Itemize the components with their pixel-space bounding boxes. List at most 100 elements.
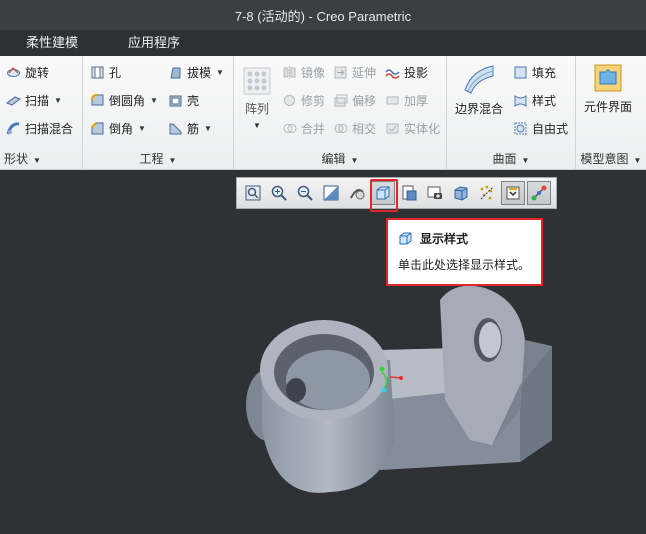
extend-icon bbox=[333, 65, 348, 80]
freestyle-icon bbox=[513, 121, 528, 136]
shell-icon bbox=[168, 93, 183, 108]
window-title-bar: 7-8 (活动的) - Creo Parametric bbox=[0, 0, 646, 30]
revolve-icon bbox=[6, 65, 21, 80]
view-manager-icon bbox=[427, 186, 442, 199]
chevron-down-icon[interactable]: ▼ bbox=[216, 68, 224, 77]
group-label-surfaces[interactable]: 曲面 ▼ bbox=[447, 150, 575, 167]
offset-icon bbox=[333, 93, 348, 108]
annotation-display-button[interactable] bbox=[501, 181, 525, 205]
tab-flexible-modeling[interactable]: 柔性建模 bbox=[0, 30, 103, 56]
draft-button[interactable]: 拔模 ▼ bbox=[168, 62, 224, 82]
group-model-intent: 元件界面 模型意图 ▼ bbox=[576, 56, 646, 170]
refit-icon bbox=[245, 185, 261, 201]
style-icon bbox=[513, 93, 528, 108]
thicken-button[interactable]: 加厚 bbox=[385, 90, 428, 110]
tab-applications[interactable]: 应用程序 bbox=[103, 30, 205, 56]
chevron-down-icon: ▼ bbox=[350, 156, 359, 165]
fill-icon bbox=[513, 65, 528, 80]
datum-display-button[interactable] bbox=[475, 181, 499, 205]
chevron-down-icon: ▼ bbox=[521, 156, 530, 165]
group-label-model-intent[interactable]: 模型意图 ▼ bbox=[576, 150, 646, 167]
component-interface-button[interactable]: 元件界面 bbox=[584, 62, 632, 115]
hole-button[interactable]: 孔 bbox=[90, 62, 121, 82]
chevron-down-icon[interactable]: ▼ bbox=[253, 121, 261, 130]
round-icon bbox=[90, 93, 105, 108]
trim-button[interactable]: 修剪 bbox=[282, 90, 325, 110]
repaint-button[interactable] bbox=[319, 181, 343, 205]
swept-blend-button[interactable]: 扫描混合 bbox=[6, 118, 73, 138]
spin-toggle-icon bbox=[531, 185, 547, 201]
merge-icon bbox=[282, 121, 297, 136]
spin-toggle-button[interactable] bbox=[527, 181, 551, 205]
intersect-button[interactable]: 相交 bbox=[333, 118, 376, 138]
shell-button[interactable]: 壳 bbox=[168, 90, 199, 110]
chevron-down-icon[interactable]: ▼ bbox=[204, 124, 212, 133]
graphics-viewport[interactable] bbox=[0, 170, 646, 534]
pattern-button[interactable]: 阵列 ▼ bbox=[242, 66, 272, 130]
saved-orientations-button[interactable] bbox=[397, 181, 421, 205]
solidify-icon bbox=[385, 121, 400, 136]
project-icon bbox=[385, 65, 400, 80]
tooltip-title: 显示样式 bbox=[398, 230, 531, 247]
thicken-icon bbox=[385, 93, 400, 108]
rib-button[interactable]: 筋 ▼ bbox=[168, 118, 212, 138]
zoom-in-button[interactable] bbox=[267, 181, 291, 205]
swept-blend-icon bbox=[6, 121, 21, 136]
sweep-button[interactable]: 扫描 ▼ bbox=[5, 90, 62, 110]
trim-icon bbox=[282, 93, 297, 108]
style-button[interactable]: 样式 bbox=[513, 90, 556, 110]
graphics-toolbar bbox=[236, 177, 557, 209]
merge-button[interactable]: 合并 bbox=[282, 118, 325, 138]
pattern-icon bbox=[242, 66, 272, 96]
fill-button[interactable]: 填充 bbox=[513, 62, 556, 82]
group-label-shape[interactable]: 形状 ▼ bbox=[0, 150, 82, 167]
display-style-button[interactable] bbox=[371, 181, 395, 205]
chevron-down-icon[interactable]: ▼ bbox=[150, 96, 158, 105]
display-style-icon bbox=[398, 231, 413, 246]
hole-icon bbox=[90, 65, 105, 80]
mirror-icon bbox=[282, 65, 297, 80]
group-shape: 旋转 扫描 ▼ 扫描混合 形状 ▼ bbox=[0, 56, 83, 170]
boundary-blend-icon bbox=[462, 62, 496, 96]
group-editing: 阵列 ▼ 镜像 延伸 投影 修剪 偏移 加厚 合并 相交 实体化 编辑 ▼ bbox=[234, 56, 447, 170]
intersect-icon bbox=[333, 121, 348, 136]
zoom-out-button[interactable] bbox=[293, 181, 317, 205]
ribbon: 旋转 扫描 ▼ 扫描混合 形状 ▼ 孔 拔模 ▼ 倒圆角 ▼ 壳 倒角 ▼ 筋 … bbox=[0, 56, 646, 170]
rib-icon bbox=[168, 121, 183, 136]
component-interface-icon bbox=[592, 62, 624, 94]
group-engineering: 孔 拔模 ▼ 倒圆角 ▼ 壳 倒角 ▼ 筋 ▼ 工程 ▼ bbox=[83, 56, 234, 170]
zoom-in-icon bbox=[271, 185, 287, 201]
mirror-button[interactable]: 镜像 bbox=[282, 62, 325, 82]
chevron-down-icon: ▼ bbox=[633, 156, 642, 165]
revolve-button[interactable]: 旋转 bbox=[6, 62, 49, 82]
chevron-down-icon: ▼ bbox=[33, 156, 41, 165]
spin-center-icon bbox=[350, 189, 365, 200]
view-manager-button[interactable] bbox=[423, 181, 447, 205]
group-label-editing[interactable]: 编辑 ▼ bbox=[234, 150, 446, 167]
group-surfaces: 边界混合 填充 样式 自由式 曲面 ▼ bbox=[447, 56, 576, 170]
refit-button[interactable] bbox=[241, 181, 265, 205]
boundary-blend-button[interactable]: 边界混合 bbox=[455, 62, 503, 117]
datum-display-icon bbox=[480, 185, 494, 200]
round-button[interactable]: 倒圆角 ▼ bbox=[90, 90, 158, 110]
annotation-display-icon bbox=[506, 186, 520, 200]
freestyle-button[interactable]: 自由式 bbox=[513, 118, 568, 138]
zoom-out-icon bbox=[297, 185, 313, 201]
project-button[interactable]: 投影 bbox=[385, 62, 428, 82]
perspective-button[interactable] bbox=[449, 181, 473, 205]
chamfer-button[interactable]: 倒角 ▼ bbox=[90, 118, 146, 138]
offset-button[interactable]: 偏移 bbox=[333, 90, 376, 110]
sweep-icon bbox=[5, 93, 22, 108]
chevron-down-icon: ▼ bbox=[168, 156, 177, 165]
solidify-button[interactable]: 实体化 bbox=[385, 118, 440, 138]
window-title: 7-8 (活动的) - Creo Parametric bbox=[234, 8, 412, 24]
extend-button[interactable]: 延伸 bbox=[333, 62, 376, 82]
spin-center-button[interactable] bbox=[345, 181, 369, 205]
ribbon-tabs: 柔性建模 应用程序 bbox=[0, 30, 646, 56]
group-label-engineering[interactable]: 工程 ▼ bbox=[83, 150, 233, 167]
chevron-down-icon[interactable]: ▼ bbox=[54, 96, 62, 105]
chamfer-icon bbox=[90, 121, 105, 136]
chevron-down-icon[interactable]: ▼ bbox=[138, 124, 146, 133]
display-style-icon bbox=[376, 186, 390, 200]
display-style-tooltip: 显示样式 单击此处选择显示样式。 bbox=[386, 218, 543, 286]
